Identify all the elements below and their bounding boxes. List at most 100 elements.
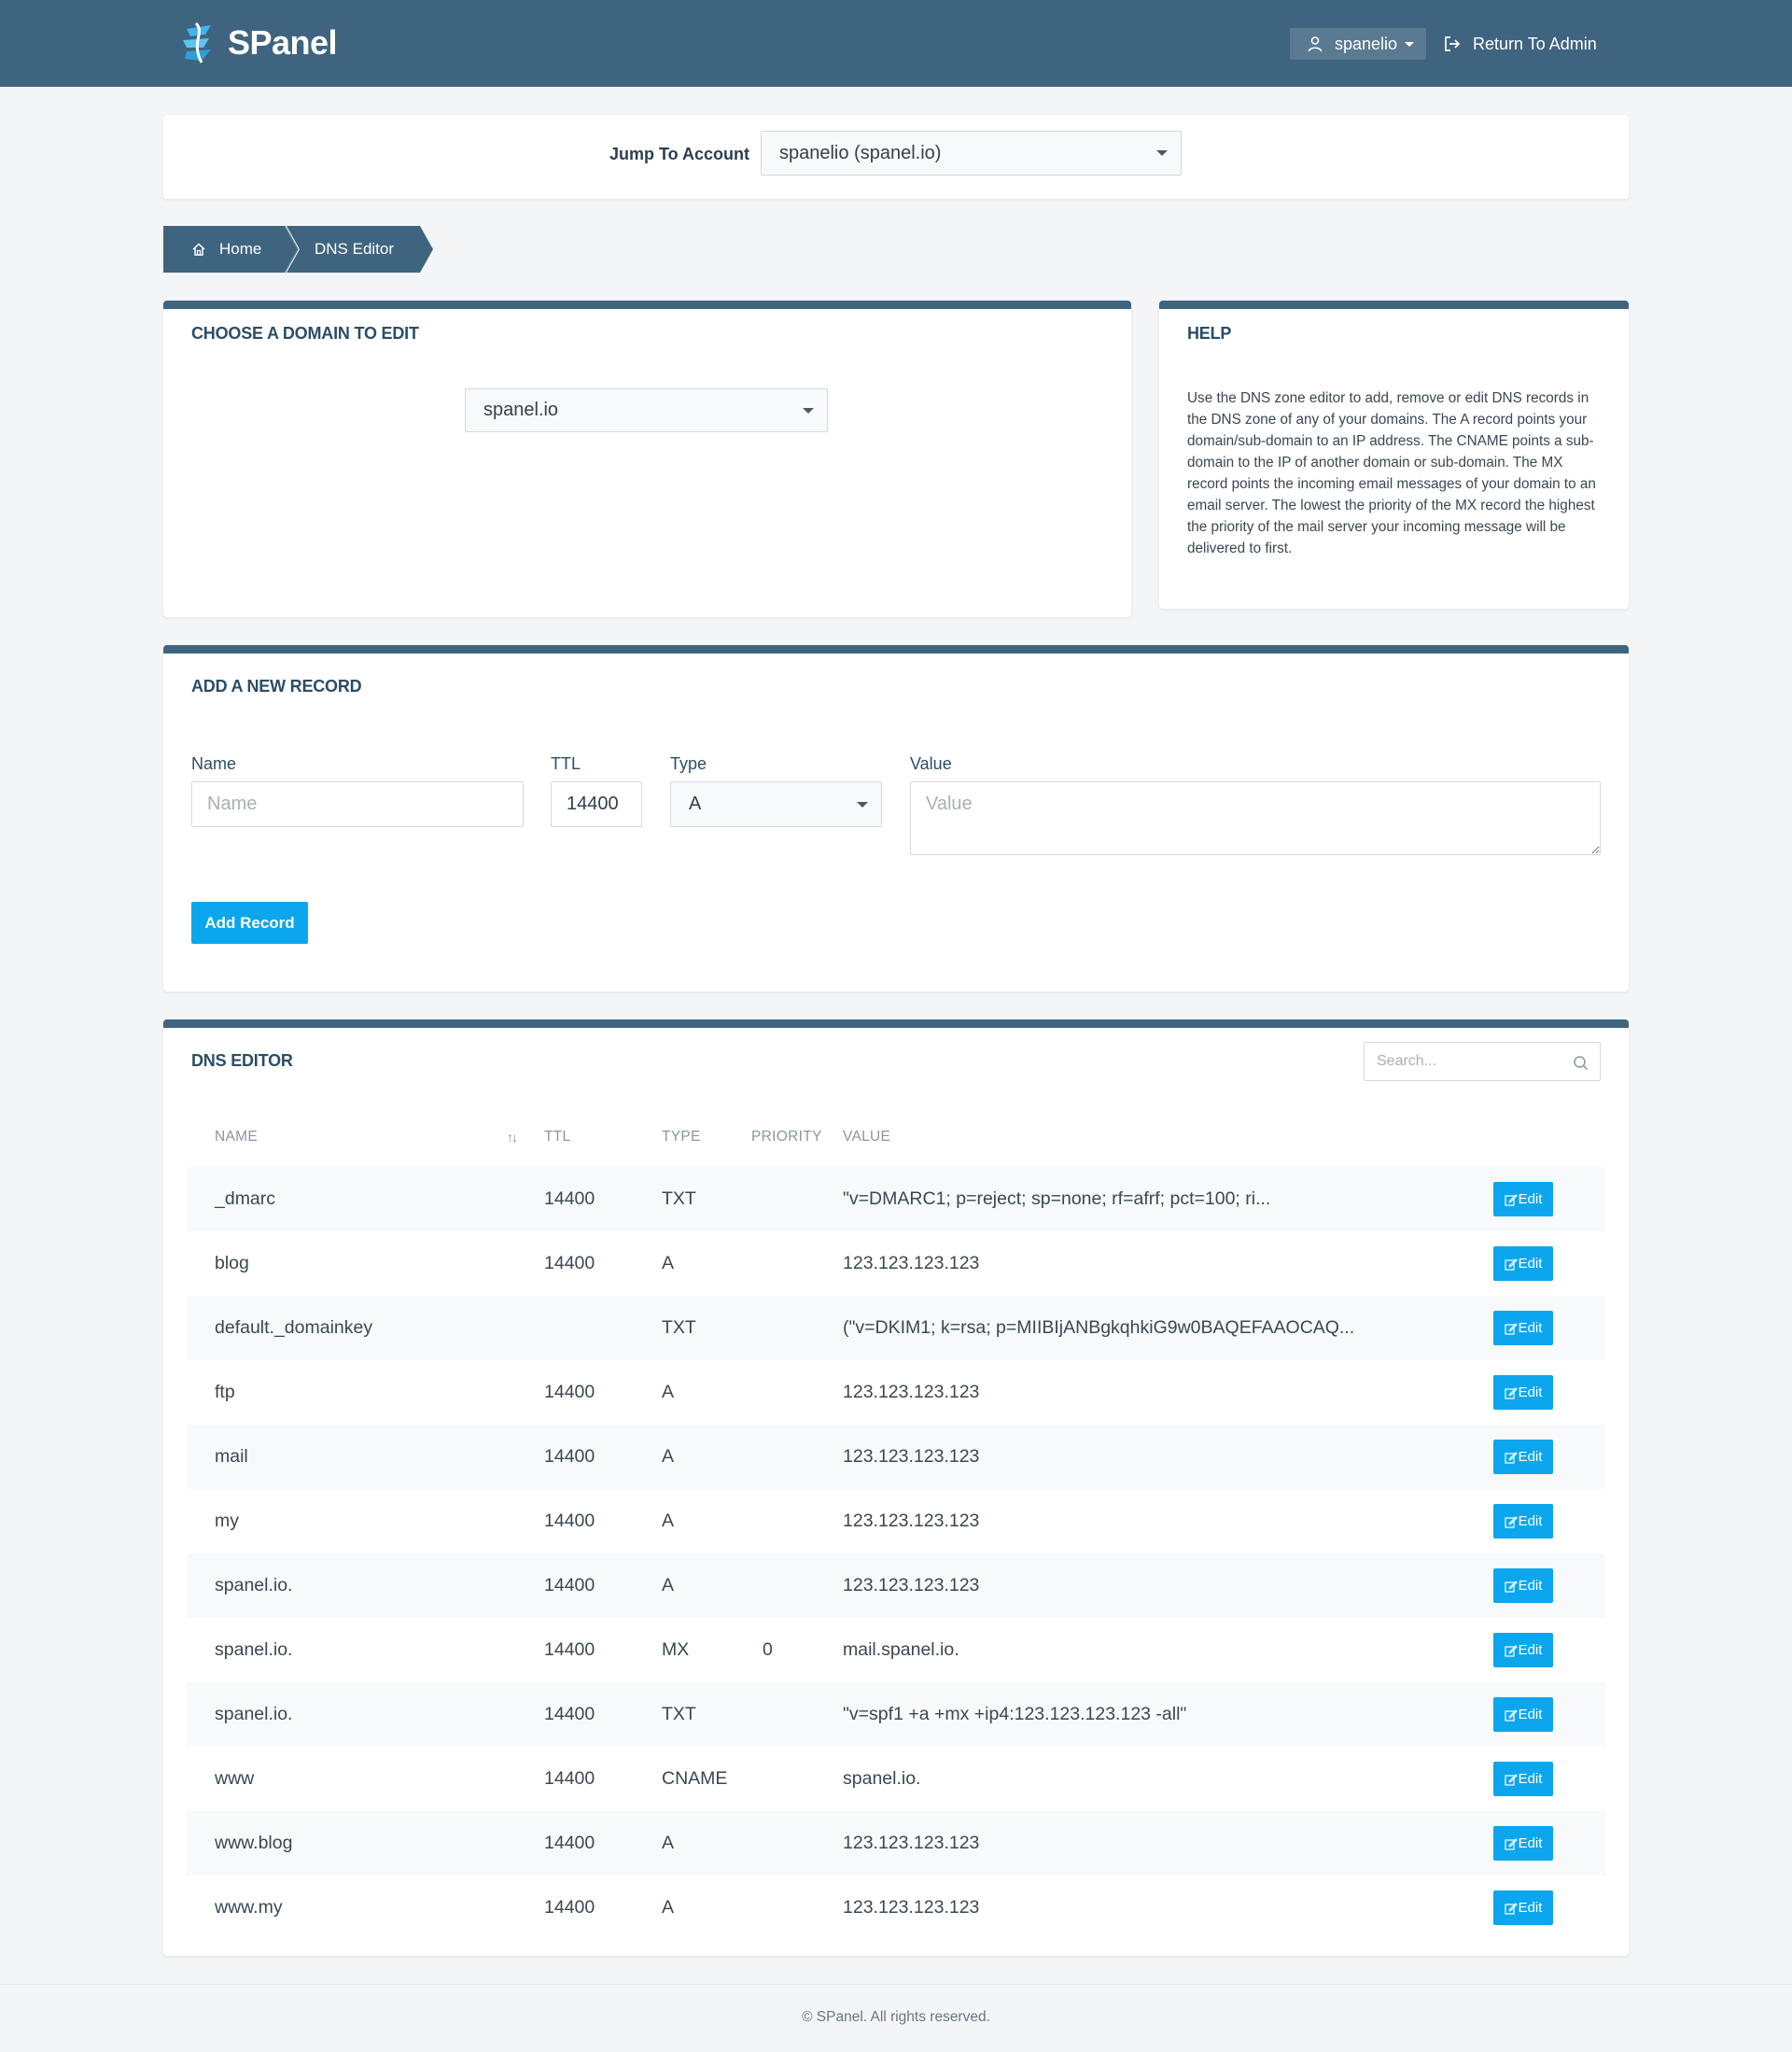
cell-ttl: 14400 xyxy=(544,1511,595,1531)
edit-record-button[interactable]: Edit xyxy=(1493,1440,1553,1474)
cell-priority: 0 xyxy=(763,1639,773,1660)
top-header: SPanel spanelio Return To Admin xyxy=(0,0,1792,87)
chevron-down-icon xyxy=(857,801,868,808)
table-row: spanel.io. 14400 A 123.123.123.123 Edit xyxy=(187,1553,1605,1618)
cell-ttl: 14400 xyxy=(544,1833,595,1853)
cell-type: A xyxy=(662,1511,675,1531)
cell-value: 123.123.123.123 xyxy=(843,1511,980,1531)
cell-type: A xyxy=(662,1833,675,1853)
user-name: spanelio xyxy=(1335,34,1398,53)
cell-name: spanel.io. xyxy=(215,1575,293,1595)
table-row: ftp 14400 A 123.123.123.123 Edit xyxy=(187,1360,1605,1425)
type-field-label: Type xyxy=(670,754,707,773)
edit-icon xyxy=(1504,1773,1518,1786)
cell-name: default._domainkey xyxy=(215,1317,373,1338)
return-to-admin-label: Return To Admin xyxy=(1473,34,1597,53)
type-select-value: A xyxy=(689,794,702,814)
edit-icon xyxy=(1504,1322,1518,1335)
edit-record-button[interactable]: Edit xyxy=(1493,1504,1553,1539)
edit-label: Edit xyxy=(1518,1449,1543,1465)
return-to-admin-link[interactable]: Return To Admin xyxy=(1443,28,1597,60)
edit-label: Edit xyxy=(1518,1835,1543,1851)
cell-value: "v=DMARC1; p=reject; sp=none; rf=afrf; p… xyxy=(843,1188,1271,1209)
edit-record-button[interactable]: Edit xyxy=(1493,1697,1553,1732)
spanel-logo[interactable]: SPanel xyxy=(177,21,338,65)
table-row: spanel.io. 14400 TXT "v=spf1 +a +mx +ip4:12… xyxy=(187,1682,1605,1747)
table-row: blog 14400 A 123.123.123.123 Edit xyxy=(187,1231,1605,1296)
edit-icon xyxy=(1504,1708,1518,1722)
cell-ttl: 14400 xyxy=(544,1382,595,1402)
cell-type: A xyxy=(662,1575,675,1595)
domain-select[interactable]: spanel.io xyxy=(465,388,828,432)
cell-name: my xyxy=(215,1511,239,1531)
edit-record-button[interactable]: Edit xyxy=(1493,1246,1553,1281)
cell-ttl: 14400 xyxy=(544,1897,595,1918)
column-header-ttl[interactable]: TTL xyxy=(544,1129,570,1145)
cell-ttl: 14400 xyxy=(544,1768,595,1789)
cell-type: TXT xyxy=(662,1188,696,1209)
footer-copyright: © SPanel. All rights reserved. xyxy=(802,2009,990,2025)
edit-record-button[interactable]: Edit xyxy=(1493,1762,1553,1796)
value-textarea[interactable] xyxy=(910,781,1601,855)
search-input[interactable]: Search... xyxy=(1364,1042,1601,1081)
ttl-input[interactable] xyxy=(551,781,642,827)
sort-icon[interactable]: ↑↓ xyxy=(507,1130,518,1145)
column-header-value[interactable]: Value xyxy=(843,1129,890,1145)
cell-name: www.my xyxy=(215,1897,283,1918)
edit-label: Edit xyxy=(1518,1320,1543,1336)
table-row: www 14400 CNAME spanel.io. Edit xyxy=(187,1747,1605,1811)
spanel-logo-icon xyxy=(183,21,211,63)
add-record-button[interactable]: Add Record xyxy=(191,902,308,944)
cell-value: spanel.io. xyxy=(843,1768,921,1789)
account-select-value: spanelio (spanel.io) xyxy=(779,142,942,163)
breadcrumb-home-label: Home xyxy=(219,240,262,258)
dns-editor-card: DNS Editor Search... Name ↑↓ TTL Type Pr… xyxy=(163,1019,1629,1956)
help-card: Help Use the DNS zone editor to add, rem… xyxy=(1159,301,1629,609)
cell-type: MX xyxy=(662,1639,690,1660)
user-menu-button[interactable]: spanelio xyxy=(1290,28,1426,60)
value-field-label: Value xyxy=(910,754,952,773)
cell-name: ftp xyxy=(215,1382,235,1402)
edit-icon xyxy=(1504,1451,1518,1464)
edit-record-button[interactable]: Edit xyxy=(1493,1568,1553,1603)
edit-record-button[interactable]: Edit xyxy=(1493,1182,1553,1216)
breadcrumb-home[interactable]: Home xyxy=(191,240,261,259)
jump-to-account-card: Jump To Account spanelio (spanel.io) xyxy=(163,115,1629,199)
account-select[interactable]: spanelio (spanel.io) xyxy=(761,131,1182,176)
footer-divider xyxy=(0,1984,1792,1985)
cell-value: 123.123.123.123 xyxy=(843,1833,980,1853)
cell-value: 123.123.123.123 xyxy=(843,1253,980,1273)
edit-record-button[interactable]: Edit xyxy=(1493,1826,1553,1861)
edit-record-button[interactable]: Edit xyxy=(1493,1633,1553,1667)
type-select[interactable]: A xyxy=(670,781,882,827)
table-row: www.blog 14400 A 123.123.123.123 Edit xyxy=(187,1811,1605,1876)
cell-value: 123.123.123.123 xyxy=(843,1897,980,1918)
table-row: default._domainkey TXT ("v=DKIM1; k=rsa; p… xyxy=(187,1296,1605,1360)
cell-ttl: 14400 xyxy=(544,1188,595,1209)
edit-label: Edit xyxy=(1518,1900,1543,1916)
cell-type: A xyxy=(662,1253,675,1273)
home-icon xyxy=(192,243,205,256)
cell-value: 123.123.123.123 xyxy=(843,1575,980,1595)
cell-name: www xyxy=(215,1768,255,1789)
edit-record-button[interactable]: Edit xyxy=(1493,1375,1553,1410)
chevron-down-icon xyxy=(1156,150,1168,156)
help-title: Help xyxy=(1187,324,1232,343)
column-header-type[interactable]: Type xyxy=(662,1129,701,1145)
name-input[interactable] xyxy=(191,781,524,827)
column-header-name[interactable]: Name xyxy=(215,1129,258,1145)
edit-icon xyxy=(1504,1258,1518,1271)
chevron-down-icon xyxy=(1405,41,1415,47)
cell-type: A xyxy=(662,1897,675,1918)
edit-record-button[interactable]: Edit xyxy=(1493,1890,1553,1925)
edit-label: Edit xyxy=(1518,1642,1543,1658)
column-header-priority[interactable]: Priority xyxy=(751,1129,822,1145)
cell-type: A xyxy=(662,1382,675,1402)
table-row: my 14400 A 123.123.123.123 Edit xyxy=(187,1489,1605,1553)
brand-name: SPanel xyxy=(228,23,338,62)
cell-ttl: 14400 xyxy=(544,1253,595,1273)
add-record-title: Add a new record xyxy=(191,677,362,696)
cell-value: 123.123.123.123 xyxy=(843,1382,980,1402)
dns-editor-title: DNS Editor xyxy=(191,1051,293,1070)
edit-record-button[interactable]: Edit xyxy=(1493,1311,1553,1345)
